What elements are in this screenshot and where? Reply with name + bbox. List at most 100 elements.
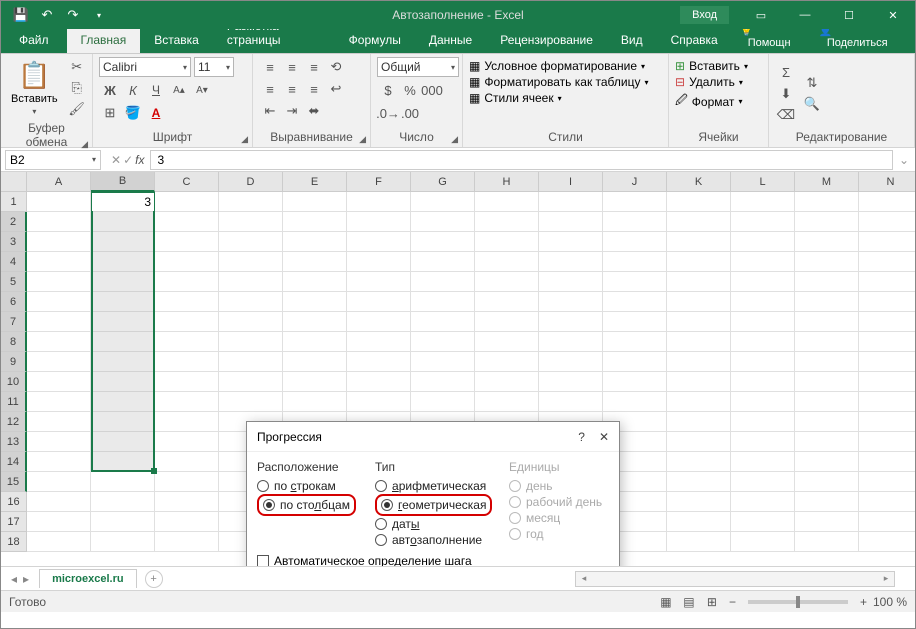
zoom-slider[interactable]	[748, 600, 848, 604]
cell[interactable]	[219, 212, 283, 232]
tab-insert[interactable]: Вставка	[140, 28, 213, 53]
cell[interactable]	[155, 212, 219, 232]
cell[interactable]	[795, 412, 859, 432]
bold-button[interactable]: Ж	[99, 80, 121, 100]
cell[interactable]	[667, 272, 731, 292]
cell[interactable]	[155, 352, 219, 372]
cell[interactable]	[155, 532, 219, 552]
cell[interactable]	[347, 232, 411, 252]
dialog-close-icon[interactable]: ✕	[599, 430, 609, 444]
cell[interactable]	[603, 212, 667, 232]
cell[interactable]	[27, 492, 91, 512]
cell[interactable]	[411, 392, 475, 412]
formula-input[interactable]: 3	[150, 150, 893, 170]
cell[interactable]	[155, 392, 219, 412]
cell[interactable]	[91, 272, 155, 292]
cell[interactable]	[91, 432, 155, 452]
cell[interactable]	[667, 312, 731, 332]
cell[interactable]	[859, 312, 915, 332]
cell[interactable]	[155, 232, 219, 252]
cell[interactable]	[411, 192, 475, 212]
cell[interactable]	[475, 272, 539, 292]
cell[interactable]	[27, 312, 91, 332]
cell[interactable]	[859, 232, 915, 252]
cell[interactable]	[27, 412, 91, 432]
cell[interactable]	[27, 472, 91, 492]
cell[interactable]	[347, 332, 411, 352]
font-name-combo[interactable]: Calibri▾	[99, 57, 191, 77]
cell[interactable]	[795, 432, 859, 452]
cell[interactable]	[155, 372, 219, 392]
dialog-titlebar[interactable]: Прогрессия ? ✕	[247, 422, 619, 452]
increase-indent-icon[interactable]: ⇥	[281, 101, 303, 121]
row-header-15[interactable]: 15	[1, 472, 27, 492]
fill-icon[interactable]: ⬇	[775, 84, 797, 104]
cell[interactable]	[795, 452, 859, 472]
cell[interactable]	[603, 272, 667, 292]
cell[interactable]	[603, 372, 667, 392]
cell[interactable]	[155, 332, 219, 352]
align-middle-icon[interactable]: ≡	[281, 57, 303, 77]
cell[interactable]	[795, 392, 859, 412]
cell[interactable]	[347, 352, 411, 372]
cell[interactable]	[859, 352, 915, 372]
tab-data[interactable]: Данные	[415, 28, 486, 53]
cell[interactable]	[795, 252, 859, 272]
cell[interactable]	[155, 412, 219, 432]
cell[interactable]	[795, 372, 859, 392]
cell[interactable]	[731, 372, 795, 392]
col-header-G[interactable]: G	[411, 172, 475, 192]
cell[interactable]	[219, 392, 283, 412]
cell[interactable]	[859, 372, 915, 392]
cell[interactable]	[539, 332, 603, 352]
cell[interactable]	[731, 392, 795, 412]
name-box[interactable]: B2▾	[5, 150, 101, 170]
thousands-icon[interactable]: 000	[421, 80, 443, 100]
cell[interactable]	[283, 192, 347, 212]
col-header-C[interactable]: C	[155, 172, 219, 192]
percent-icon[interactable]: %	[399, 80, 421, 100]
cell[interactable]	[731, 412, 795, 432]
cell[interactable]	[27, 532, 91, 552]
col-header-J[interactable]: J	[603, 172, 667, 192]
tab-help[interactable]: Справка	[657, 28, 732, 53]
page-layout-view-icon[interactable]: ▤	[678, 593, 700, 611]
cell[interactable]	[27, 512, 91, 532]
cell[interactable]	[91, 232, 155, 252]
cell[interactable]	[411, 352, 475, 372]
cell[interactable]	[475, 392, 539, 412]
cell[interactable]	[731, 192, 795, 212]
row-header-5[interactable]: 5	[1, 272, 27, 292]
dialog-launcher-icon[interactable]: ◢	[359, 134, 366, 145]
cell[interactable]	[603, 192, 667, 212]
row-header-4[interactable]: 4	[1, 252, 27, 272]
row-header-7[interactable]: 7	[1, 312, 27, 332]
cell[interactable]	[91, 472, 155, 492]
cell[interactable]	[27, 432, 91, 452]
cell[interactable]	[539, 272, 603, 292]
cell[interactable]	[731, 272, 795, 292]
align-bottom-icon[interactable]: ≡	[303, 57, 325, 77]
format-as-table-button[interactable]: ▦Форматировать как таблицу ▾	[469, 75, 662, 89]
cell[interactable]	[411, 272, 475, 292]
cell[interactable]	[155, 492, 219, 512]
cell[interactable]	[731, 472, 795, 492]
cell[interactable]	[283, 352, 347, 372]
cell[interactable]	[283, 372, 347, 392]
cell[interactable]	[283, 212, 347, 232]
format-cells-button[interactable]: 🖉Формат ▾	[675, 91, 762, 112]
cell[interactable]	[667, 452, 731, 472]
cell[interactable]	[603, 232, 667, 252]
cell[interactable]	[219, 352, 283, 372]
cell[interactable]	[667, 232, 731, 252]
cell[interactable]	[283, 312, 347, 332]
row-header-3[interactable]: 3	[1, 232, 27, 252]
cell[interactable]	[347, 272, 411, 292]
cell[interactable]	[91, 292, 155, 312]
paste-button[interactable]: 📋 Вставить ▾	[7, 57, 62, 119]
cell[interactable]	[539, 192, 603, 212]
col-header-K[interactable]: K	[667, 172, 731, 192]
col-header-H[interactable]: H	[475, 172, 539, 192]
cell[interactable]	[155, 192, 219, 212]
login-button[interactable]: Вход	[680, 6, 729, 24]
